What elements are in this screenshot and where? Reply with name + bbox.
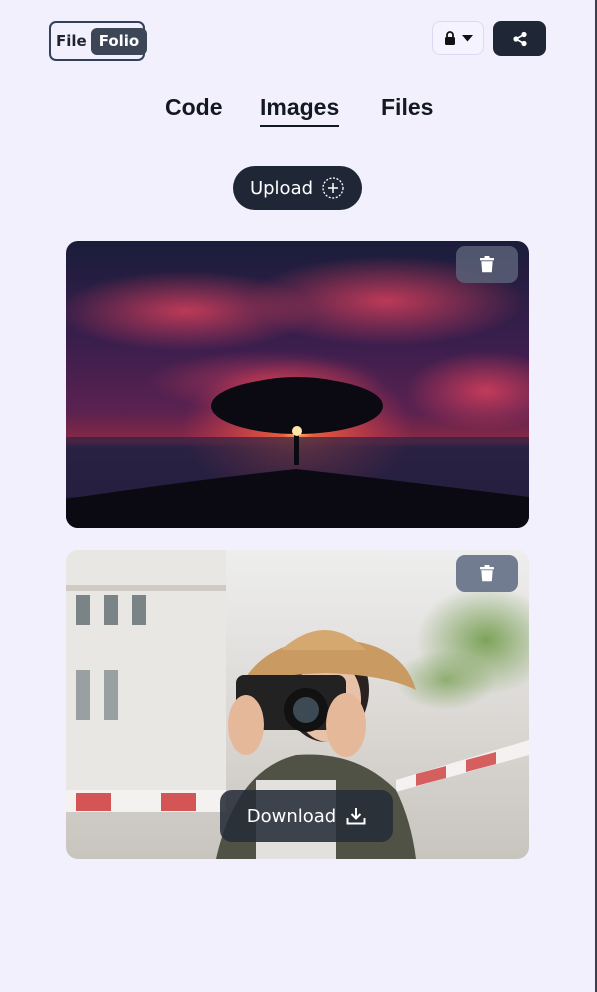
logo-folio-text: Folio — [90, 27, 148, 55]
upload-button[interactable]: Upload — [233, 166, 362, 210]
share-icon — [512, 31, 527, 46]
tab-code[interactable]: Code — [165, 94, 223, 121]
caret-down-icon — [461, 34, 473, 41]
tab-files[interactable]: Files — [381, 94, 433, 121]
delete-image-button[interactable] — [456, 246, 518, 283]
upload-label: Upload — [249, 177, 314, 199]
trash-icon — [480, 565, 494, 582]
tab-bar: Code Images Files — [0, 94, 597, 134]
download-label: Download — [246, 805, 337, 827]
trash-icon — [480, 256, 494, 273]
share-button[interactable] — [493, 21, 546, 56]
plus-circle-icon — [322, 177, 344, 199]
delete-image-button[interactable] — [456, 555, 518, 592]
image-card-sunset — [66, 241, 529, 528]
tab-images[interactable]: Images — [260, 94, 340, 127]
lock-icon — [444, 31, 455, 45]
download-icon — [346, 808, 366, 825]
sunset-tree-image — [66, 241, 529, 528]
logo-file-text: File — [56, 32, 87, 50]
privacy-dropdown-button[interactable] — [432, 21, 484, 55]
download-button[interactable]: Download — [220, 790, 393, 842]
logo[interactable]: File Folio — [49, 21, 148, 61]
image-card-photographer: Download — [66, 550, 529, 859]
